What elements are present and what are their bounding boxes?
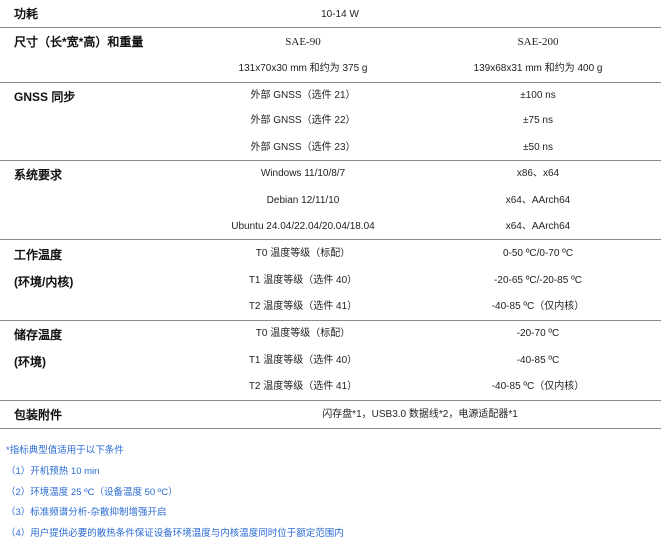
footnote-item: （4）用户提供必要的散热条件保证设备环境温度与内核温度同时位于额定范围内 [6,528,344,539]
value-power: 10-14 W [321,9,359,20]
label-work-temp: 工作温度 [14,248,63,262]
divider [0,428,661,429]
gnss-value: ±75 ns [523,115,553,126]
label-size: 尺寸（长*宽*高）和重量 [14,35,144,49]
temp-grade: T2 温度等级（选件 41） [248,301,358,312]
gnss-option: 外部 GNSS（选件 23） [250,142,356,153]
divider [0,320,661,321]
divider [0,400,661,401]
footnote-item: （2）环境温度 25 ºC（设备温度 50 ºC） [6,487,178,498]
value-package: 闪存盘*1，USB3.0 数据线*2，电源适配器*1 [322,409,518,420]
footnote-item: （1）开机预热 10 min [6,466,100,477]
label-storage-temp: 储存温度 [14,328,63,342]
gnss-option: 外部 GNSS（选件 22） [250,115,356,126]
gnss-option: 外部 GNSS（选件 21） [250,90,356,101]
model-sae200: SAE-200 [517,36,559,48]
temp-value: -40-85 ºC（仅内核） [491,301,585,312]
dims-sae90: 131x70x30 mm 和约为 375 g [238,63,368,74]
divider [0,27,661,28]
arch-item: x64、AArch64 [505,221,571,232]
label-gnss: GNSS 同步 [14,90,76,104]
divider [0,82,661,83]
temp-value: -20-70 ºC [516,328,560,339]
temp-value: 0-50 ºC/0-70 ºC [502,248,574,259]
temp-grade: T1 温度等级（选件 40） [248,275,358,286]
divider [0,160,661,161]
temp-value: -20-65 ºC/-20-85 ºC [494,275,582,286]
label-work-temp-sub: (环境/内核) [14,275,74,289]
arch-item: x64、AArch64 [505,195,571,206]
footnote-item: （3）标准频谱分析-杂散抑制增强开启 [6,507,167,518]
os-item: Ubuntu 24.04/22.04/20.04/18.04 [231,221,375,232]
temp-value: -40-85 ºC（仅内核） [491,381,585,392]
os-item: Debian 12/11/10 [266,195,340,206]
temp-grade: T0 温度等级（标配） [255,248,351,259]
temp-grade: T0 温度等级（标配） [255,328,351,339]
temp-value: -40-85 ºC [516,355,560,366]
label-system: 系统要求 [14,168,63,182]
footnote-header: *指标典型值适用于以下条件 [6,445,124,456]
gnss-value: ±100 ns [520,90,556,101]
temp-grade: T2 温度等级（选件 41） [248,381,358,392]
gnss-value: ±50 ns [523,142,553,153]
model-sae90: SAE-90 [285,36,321,48]
label-package: 包装附件 [14,408,63,422]
os-item: Windows 11/10/8/7 [260,168,346,179]
label-storage-temp-sub: (环境) [14,355,46,369]
arch-item: x86、x64 [516,168,560,179]
label-power: 功耗 [14,7,39,21]
divider [0,239,661,240]
temp-grade: T1 温度等级（选件 40） [248,355,358,366]
dims-sae200: 139x68x31 mm 和约为 400 g [473,63,603,74]
